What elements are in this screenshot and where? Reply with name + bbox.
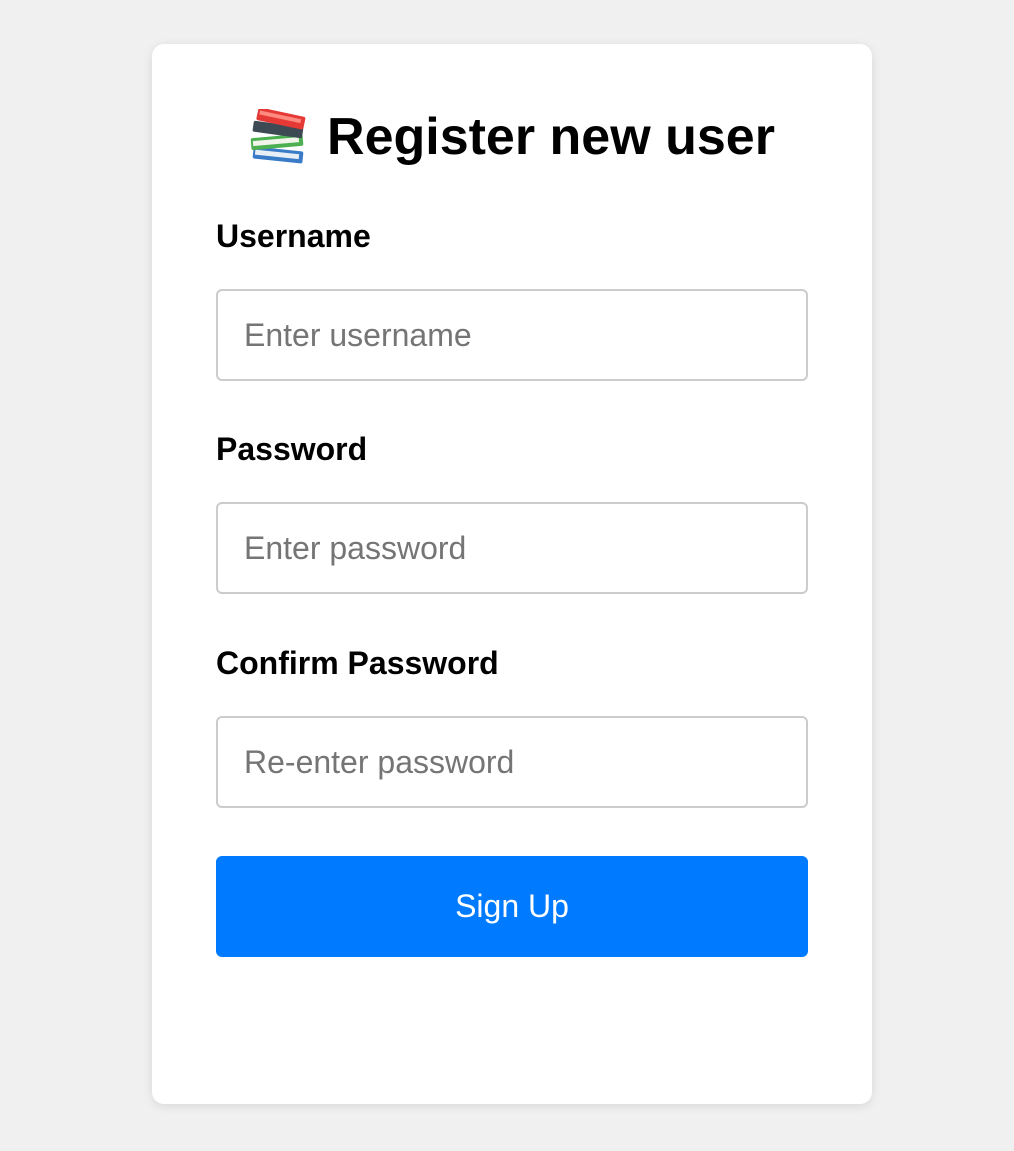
page-title-text: Register new user xyxy=(327,108,775,166)
confirm-password-label: Confirm Password xyxy=(216,645,499,681)
password-label: Password xyxy=(216,431,368,467)
books-icon xyxy=(249,109,311,165)
register-card: Register new user Username Password Conf… xyxy=(152,44,872,1104)
sign-up-button[interactable]: Sign Up xyxy=(216,856,808,957)
username-field[interactable] xyxy=(216,289,808,381)
password-field[interactable] xyxy=(216,502,808,594)
page-title: Register new user xyxy=(152,106,872,168)
confirm-password-field[interactable] xyxy=(216,716,808,808)
username-label: Username xyxy=(216,218,371,254)
